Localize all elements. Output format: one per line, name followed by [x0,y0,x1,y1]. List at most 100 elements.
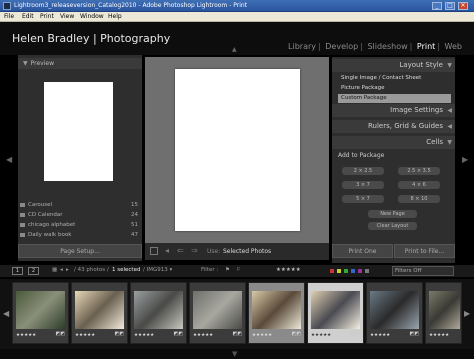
template-item[interactable]: CD Calendar 24 [18,210,142,220]
module-picker: Library | Develop | Slideshow | Print | Web [288,42,462,51]
layout-style-title: Layout Style [399,61,443,69]
folder-icon [20,223,25,227]
filmstrip-thumbnail[interactable]: ★★★★★ ◩◩ [130,282,187,344]
photo-thumbnail-image [429,291,460,329]
top-panel-toggle-icon[interactable]: ▲ [232,46,237,53]
section-title: Rulers, Grid & Guides [367,122,443,130]
thumbnail-rating[interactable]: ★★★★★ [370,333,390,338]
right-panel-toggle-icon[interactable]: ▶ [462,155,468,164]
stop-icon[interactable] [150,247,158,255]
cell-size-button[interactable]: 3 × 7 [342,181,384,189]
clear-layout-button[interactable]: Clear Layout [368,222,417,230]
yellow-label-filter[interactable] [337,269,341,273]
window-title: Lightroom3_releaseversion_Catalog2010 - … [14,2,248,9]
template-item[interactable]: chicago alphabet 51 [18,220,142,230]
template-item[interactable]: Daily walk book 47 [18,230,142,240]
cells-header[interactable]: Cells ▼ [332,136,455,149]
forward-arrow-icon[interactable]: ▸ [66,267,69,273]
module-print[interactable]: Print [417,42,435,51]
menu-window[interactable]: Window [80,13,104,20]
preview-panel-header[interactable]: ▼ Preview [18,58,142,69]
thumbnail-rating[interactable]: ★★★★★ [193,333,213,338]
new-page-button[interactable]: New Page [368,210,417,218]
template-item[interactable]: Carousel 15 [18,200,142,210]
menu-help[interactable]: Help [108,13,122,20]
module-web[interactable]: Web [445,42,462,51]
module-slideshow[interactable]: Slideshow [367,42,407,51]
purple-label-filter[interactable] [358,269,362,273]
print-to-file-button[interactable]: Print to File... [394,244,455,258]
page-setup-button[interactable]: Page Setup... [18,244,142,258]
style-picture-package[interactable]: Picture Package [338,84,451,93]
filmstrip-thumbnail[interactable]: ★★★★★ ◩◩ [307,282,364,344]
cell-size-button[interactable]: 2 × 2.5 [342,167,384,175]
thumbnail-rating[interactable]: ★★★★★ [75,333,95,338]
back-arrow-icon[interactable]: ◂ [60,267,63,273]
grid-icon[interactable]: ▦ [52,267,57,273]
green-label-filter[interactable] [344,269,348,273]
thumbnail-rating[interactable]: ★★★★★ [311,333,331,338]
layout-style-header[interactable]: Layout Style ▼ [332,59,455,72]
filmstrip-thumbnail[interactable]: ★★★★★ [425,282,462,344]
unflag-filter-icon[interactable]: ⚐ [236,267,241,273]
expand-triangle-icon: ◀ [447,123,452,130]
cell-size-button[interactable]: 5 × 7 [342,195,384,203]
template-name: CD Calendar [28,212,63,218]
photo-count: / 43 photos / [74,267,109,273]
filter-preset-dropdown[interactable]: Filters Off [392,266,454,276]
secondary-window-button[interactable]: 2 [28,267,39,275]
first-page-icon[interactable]: ◂ [165,246,169,255]
minimize-button[interactable]: _ [432,2,442,10]
filmstrip-thumbnail[interactable]: ★★★★★ ◩◩ [366,282,423,344]
filmstrip-scroll-right-icon[interactable]: ▶ [464,309,470,318]
next-page-icon[interactable]: ⇒ [191,246,198,255]
blue-label-filter[interactable] [351,269,355,273]
module-library[interactable]: Library [288,42,316,51]
filmstrip-thumbnail[interactable]: ★★★★★ ◩◩ [71,282,128,344]
style-single-image[interactable]: Single Image / Contact Sheet [338,74,451,83]
module-header: Helen Bradley | Photography Library | Dev… [0,22,474,55]
photo-thumbnail-image [311,291,360,329]
bottom-panel-toggle-icon[interactable]: ▼ [232,350,237,358]
thumbnail-rating[interactable]: ★★★★★ [252,333,272,338]
thumbnail-rating[interactable]: ★★★★★ [16,333,36,338]
filmstrip-thumbnail[interactable]: ★★★★★ ◩◩ [189,282,246,344]
filmstrip-scroll-left-icon[interactable]: ◀ [3,309,9,318]
menu-edit[interactable]: Edit [22,13,34,20]
menu-file[interactable]: File [4,13,14,20]
print-one-button[interactable]: Print One [332,244,393,258]
cell-size-button[interactable]: 2.5 × 3.5 [398,167,440,175]
menu-view[interactable]: View [60,13,74,20]
template-name: chicago alphabet [28,222,76,228]
thumbnail-rating[interactable]: ★★★★★ [429,333,449,338]
filmstrip: ◀ ▶ ★★★★★ ◩◩ ★★★★★ ◩◩ ★★★★★ ◩◩ ★★★★★ ◩◩ ★★★★★ ◩◩ ★… [0,279,474,349]
section-title: Image Settings [390,106,443,114]
photo-thumbnail-image [75,291,124,329]
close-button[interactable]: ✕ [458,2,468,10]
module-develop[interactable]: Develop [325,42,358,51]
use-selector[interactable]: Selected Photos [223,248,271,255]
window-title-bar: Lightroom3_releaseversion_Catalog2010 - … [0,0,474,12]
menu-print[interactable]: Print [40,13,54,20]
thumbnail-rating[interactable]: ★★★★★ [134,333,154,338]
main-window-button[interactable]: 1 [12,267,23,275]
filmstrip-thumbnail[interactable]: ★★★★★ ◩◩ [248,282,305,344]
filmstrip-thumbnail[interactable]: ★★★★★ ◩◩ [12,282,69,344]
rulers-grid-header[interactable]: Rulers, Grid & Guides ◀ [332,120,455,133]
cell-size-button[interactable]: 8 × 10 [398,195,440,203]
thumbnail-badge-icons: ◩◩ [409,331,419,337]
cell-size-button[interactable]: 4 × 6 [398,181,440,189]
template-count: 47 [131,232,138,238]
maximize-button[interactable]: □ [445,2,455,10]
style-custom-package[interactable]: Custom Package [338,94,451,103]
flag-filter-icon[interactable]: ⚑ [225,267,230,273]
folder-icon [20,203,25,207]
red-label-filter[interactable] [330,269,334,273]
thumbnail-badge-icons: ◩◩ [173,331,183,337]
rating-filter-stars[interactable]: ★★★★★ [276,267,301,273]
filename-menu[interactable]: / IMG913 ▾ [143,267,172,273]
left-panel-toggle-icon[interactable]: ◀ [6,155,12,164]
no-label-filter[interactable] [365,269,369,273]
image-settings-header[interactable]: Image Settings ◀ [332,104,455,117]
previous-page-icon[interactable]: ⇐ [177,246,184,255]
